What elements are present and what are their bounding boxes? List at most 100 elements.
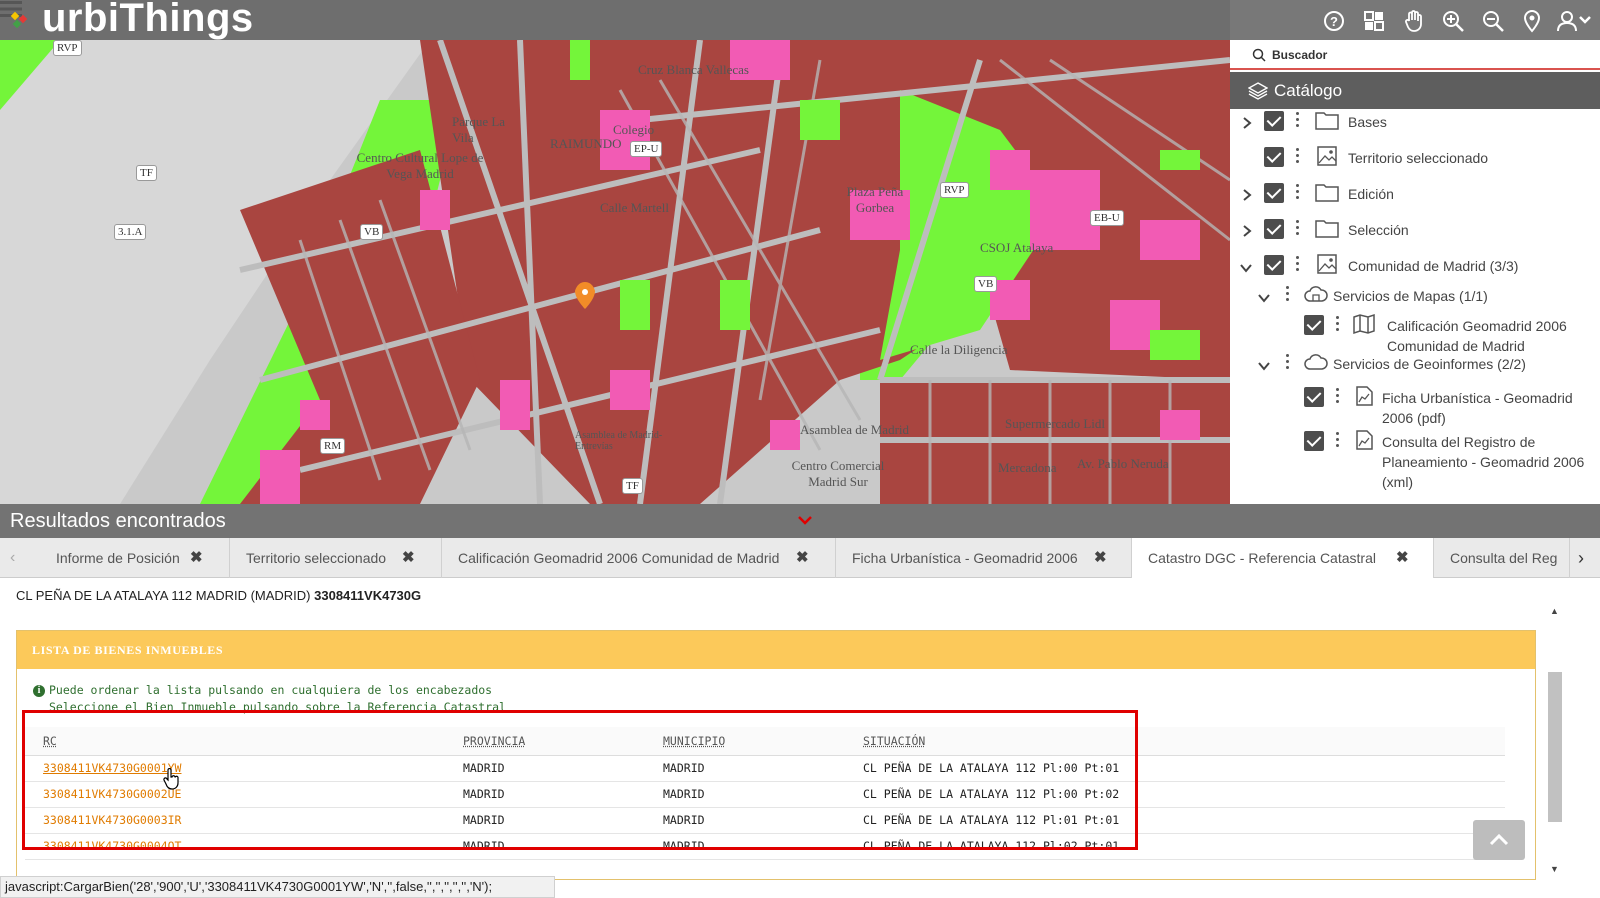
catalog-item-edicion[interactable]: Edición [1230, 181, 1600, 211]
help-icon[interactable]: ? [1322, 9, 1346, 33]
kebab-menu-icon[interactable] [1336, 432, 1340, 448]
map-road-badge: RM [320, 438, 346, 454]
kebab-menu-icon[interactable] [1296, 184, 1300, 200]
catalog-checkbox[interactable] [1264, 255, 1284, 275]
catalog-item-label: Selección [1348, 222, 1409, 238]
catalog-checkbox[interactable] [1264, 111, 1284, 131]
catalog-item-consulta-registro[interactable]: Consulta del Registro de Planeamiento - … [1230, 429, 1600, 495]
report-document-icon [1356, 430, 1373, 450]
map-road-badge: RVP [53, 40, 82, 56]
layers-grid-icon[interactable] [1362, 9, 1386, 33]
location-pin-icon[interactable] [1520, 9, 1544, 33]
tab-calificacion-geomadrid[interactable]: Calificación Geomadrid 2006 Comunidad de… [442, 538, 836, 578]
map-label: Colegio [613, 122, 655, 137]
catalog-checkbox[interactable] [1264, 183, 1284, 203]
tab-label: Calificación Geomadrid 2006 Comunidad de… [458, 550, 780, 566]
map-label: Plaza Peña Gorbea [846, 184, 904, 215]
content-scrollbar[interactable]: ▲ ▼ [1546, 600, 1564, 876]
catalog-checkbox[interactable] [1264, 147, 1284, 167]
close-icon[interactable]: ✖ [796, 538, 809, 578]
search-icon [1252, 48, 1266, 62]
close-icon[interactable]: ✖ [402, 538, 415, 578]
chevron-down-icon[interactable] [1258, 293, 1270, 303]
catalog-item-ficha-urbanistica[interactable]: Ficha Urbanística - Geomadrid 2006 (pdf) [1230, 385, 1600, 429]
scroll-down-icon[interactable]: ▼ [1550, 864, 1559, 874]
tab-label: Consulta del Reg [1450, 550, 1558, 566]
table-row: 3308411VK4730G0004OT MADRID MADRID CL PE… [25, 833, 1505, 860]
chevron-down-icon[interactable] [1240, 263, 1252, 273]
zoom-in-icon[interactable] [1441, 9, 1465, 33]
chevron-right-icon[interactable] [1242, 225, 1252, 237]
tab-ficha-urbanistica[interactable]: Ficha Urbanística - Geomadrid 2006 ✖ [836, 538, 1132, 578]
tabs-prev-icon[interactable]: ‹ [10, 549, 15, 567]
map-layer-icon [1353, 313, 1375, 335]
catalog-item-label: Servicios de Mapas (1/1) [1333, 288, 1488, 304]
catalog-item-label: Edición [1348, 186, 1394, 202]
tab-informe-posicion[interactable]: Informe de Posición ✖ [40, 538, 230, 578]
top-bar: urbiThings ? [0, 0, 1600, 40]
map-label: CSOJ Atalaya [980, 240, 1054, 255]
scroll-up-icon[interactable]: ▲ [1550, 606, 1559, 616]
map-road-badge: 3.1.A [114, 224, 147, 240]
catalog-item-comunidad-madrid[interactable]: Comunidad de Madrid (3/3) [1230, 253, 1600, 283]
back-to-top-button[interactable] [1473, 820, 1525, 860]
kebab-menu-icon[interactable] [1296, 256, 1300, 272]
tabs-next-icon[interactable]: › [1578, 548, 1584, 569]
image-layer-icon [1317, 146, 1337, 166]
tab-catastro-dgc[interactable]: Catastro DGC - Referencia Catastral ✖ [1132, 538, 1434, 578]
search-bar[interactable]: Buscador [1230, 40, 1600, 70]
catalog-checkbox[interactable] [1264, 219, 1284, 239]
kebab-menu-icon[interactable] [1296, 112, 1300, 128]
user-icon[interactable] [1556, 9, 1592, 33]
column-header-situacion[interactable]: SITUACIÓN [845, 727, 1505, 756]
tab-consulta-registro[interactable]: Consulta del Reg [1434, 538, 1570, 578]
rc-link[interactable]: 3308411VK4730G0001YW [25, 755, 445, 782]
kebab-menu-icon[interactable] [1296, 220, 1300, 236]
map-label: Centro Comercial Madrid Sur [791, 458, 885, 489]
tab-label: Ficha Urbanística - Geomadrid 2006 [852, 550, 1078, 566]
kebab-menu-icon[interactable] [1296, 148, 1300, 164]
kebab-menu-icon[interactable] [1336, 316, 1340, 332]
table-cell: CL PEÑA DE LA ATALAYA 112 Pl:01 Pt:01 [845, 807, 1505, 834]
property-table: RC PROVINCIA MUNICIPIO SITUACIÓN 3308411… [25, 727, 1505, 860]
tab-label: Territorio seleccionado [246, 550, 387, 566]
chevron-down-icon[interactable] [798, 514, 812, 526]
catalog-item-seleccion[interactable]: Selección [1230, 217, 1600, 247]
catalog-item-label: Calificación Geomadrid 2006 [1387, 318, 1567, 334]
map-road-badge: TF [136, 165, 157, 181]
catalog-item-servicios-mapas[interactable]: Servicios de Mapas (1/1) [1230, 283, 1600, 313]
chevron-right-icon[interactable] [1242, 189, 1252, 201]
kebab-menu-icon[interactable] [1336, 388, 1340, 404]
kebab-menu-icon[interactable] [1286, 354, 1290, 370]
rc-link[interactable]: 3308411VK4730G0002UE [25, 781, 445, 808]
chevron-right-icon[interactable] [1242, 117, 1252, 129]
close-icon[interactable]: ✖ [1396, 538, 1409, 578]
map-view[interactable]: Cruz Blanca Vallecas Parque La Vila Cent… [0, 0, 1230, 504]
kebab-menu-icon[interactable] [1286, 286, 1290, 302]
zoom-out-icon[interactable] [1481, 9, 1505, 33]
column-header-rc[interactable]: RC [25, 727, 445, 756]
column-header-municipio[interactable]: MUNICIPIO [645, 727, 845, 756]
map-label: RAIMUNDO [550, 136, 622, 151]
address-line: CL PEÑA DE LA ATALAYA 112 MADRID (MADRID… [16, 588, 421, 603]
column-header-provincia[interactable]: PROVINCIA [445, 727, 645, 756]
rc-link[interactable]: 3308411VK4730G0004OT [25, 833, 445, 860]
map-road-badge: VB [360, 224, 384, 240]
catalog-item-bases[interactable]: Bases [1230, 109, 1600, 139]
scrollbar-thumb[interactable] [1548, 672, 1562, 822]
chevron-down-icon[interactable] [1258, 361, 1270, 371]
rc-link[interactable]: 3308411VK4730G0003IR [25, 807, 445, 834]
catalog-item-label: Ficha Urbanística - Geomadrid [1382, 390, 1573, 406]
address-text: CL PEÑA DE LA ATALAYA 112 MADRID (MADRID… [16, 588, 311, 603]
catalog-checkbox[interactable] [1304, 315, 1324, 335]
catalog-item-territorio[interactable]: Territorio seleccionado [1230, 145, 1600, 175]
catalog-checkbox[interactable] [1304, 431, 1324, 451]
table-cell: MADRID [445, 833, 645, 860]
catalog-checkbox[interactable] [1304, 387, 1324, 407]
table-row: 3308411VK4730G0001YW MADRID MADRID CL PE… [25, 755, 1505, 782]
close-icon[interactable]: ✖ [190, 538, 203, 578]
close-icon[interactable]: ✖ [1094, 538, 1107, 578]
tab-territorio-seleccionado[interactable]: Territorio seleccionado ✖ [230, 538, 442, 578]
catalog-item-servicios-geoinformes[interactable]: Servicios de Geoinformes (2/2) [1230, 351, 1600, 381]
pan-hand-icon[interactable] [1402, 9, 1426, 33]
